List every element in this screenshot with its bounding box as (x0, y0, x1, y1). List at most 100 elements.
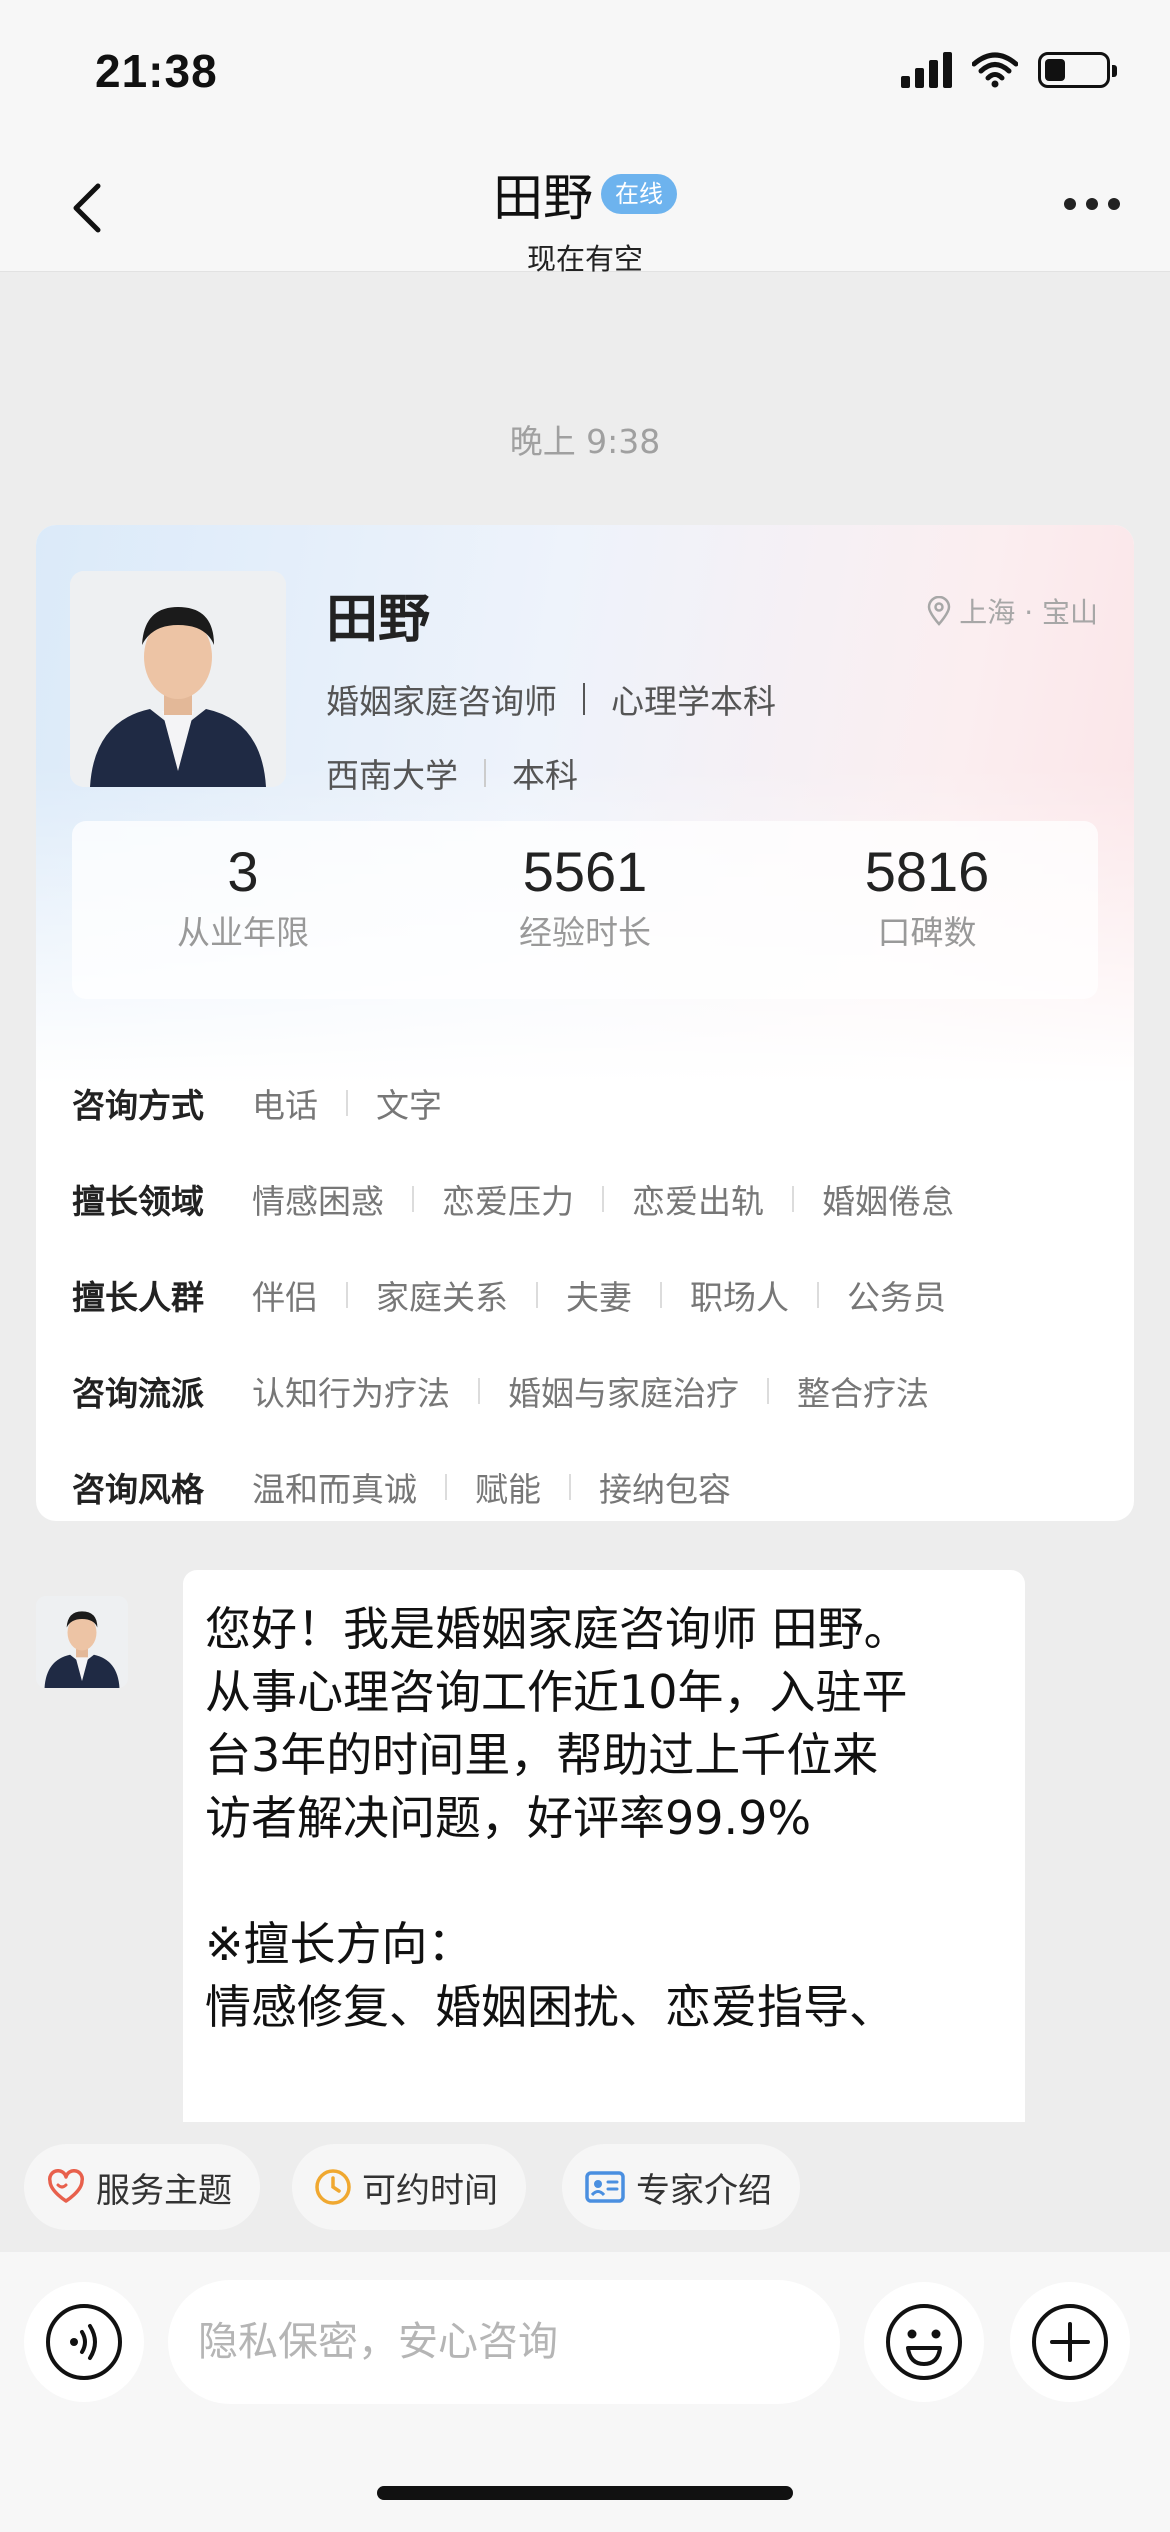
counselor-profile-card[interactable]: 田野 上海 · 宝山 婚姻家庭咨询师 心理学本科 西南大学 本科 3 从业年限 … (36, 525, 1134, 1521)
message-line: 台3年的时间里，帮助过上千位来 (205, 1728, 879, 1782)
job-title: 婚姻家庭咨询师 (326, 682, 557, 721)
divider (484, 759, 486, 787)
info-values: 伴侣 家庭关系 夫妻 职场人 公务员 (252, 1271, 946, 1319)
info-tag: 赋能 (475, 1470, 541, 1509)
info-label: 咨询方式 (72, 1086, 204, 1125)
divider (536, 1282, 538, 1308)
voice-button[interactable] (24, 2282, 144, 2402)
info-tag: 情感困惑 (252, 1182, 384, 1221)
chip-expert-intro[interactable]: 专家介绍 (562, 2144, 800, 2230)
counselor-photo (70, 571, 286, 787)
divider (569, 1474, 571, 1500)
info-values: 电话 文字 (252, 1079, 442, 1127)
info-tag: 婚姻倦怠 (822, 1182, 954, 1221)
chip-available-times[interactable]: 可约时间 (292, 2144, 526, 2230)
more-actions-button[interactable] (1010, 2282, 1130, 2402)
divider (767, 1378, 769, 1404)
message-line: ※擅长方向： (205, 1917, 474, 1971)
info-label: 擅长人群 (72, 1278, 204, 1317)
divider (583, 683, 585, 715)
message-text: 您好！我是婚姻家庭咨询师 田野。 从事心理咨询工作近10年，入驻平 台3年的时间里，… (205, 1598, 1003, 2039)
info-values: 情感困惑 恋爱压力 恋爱出轨 婚姻倦怠 (252, 1175, 954, 1223)
voice-icon (46, 2304, 122, 2380)
message-line: 从事心理咨询工作近10年，入驻平 (205, 1665, 908, 1719)
stat-experience-hours: 5561 经验时长 (414, 821, 756, 999)
info-row: 咨询流派 认知行为疗法 婚姻与家庭治疗 整合疗法 (72, 1343, 1102, 1439)
degree: 本科 (512, 756, 578, 795)
info-values: 温和而真诚 赋能 接纳包容 (252, 1463, 731, 1511)
info-tag: 公务员 (847, 1278, 946, 1317)
message-line: 访者解决问题，好评率99.9% (205, 1791, 812, 1845)
message-timestamp: 晚上 9:38 (509, 422, 661, 461)
stat-reviews: 5816 口碑数 (756, 821, 1098, 999)
id-card-icon (585, 2171, 625, 2203)
info-tag: 家庭关系 (376, 1278, 508, 1317)
sender-avatar[interactable] (36, 1596, 128, 1688)
info-row: 擅长领域 情感困惑 恋爱压力 恋爱出轨 婚姻倦怠 (72, 1151, 1102, 1247)
quick-actions-bar: 服务主题 可约时间 专家介绍 (0, 2122, 1170, 2252)
page-title: 田野 (493, 169, 593, 227)
online-badge: 在线 (601, 174, 677, 214)
message-line (205, 1850, 1003, 1913)
stat-value: 5816 (864, 840, 990, 903)
stat-label: 口碑数 (877, 913, 977, 952)
divider (346, 1090, 348, 1116)
chip-label: 专家介绍 (636, 2170, 772, 2211)
battery-icon (1038, 52, 1117, 88)
availability-status: 现在有空 (526, 242, 643, 276)
divider (817, 1282, 819, 1308)
divider (792, 1186, 794, 1212)
chip-label: 可约时间 (362, 2170, 498, 2211)
message-input[interactable] (168, 2280, 840, 2404)
info-tag: 文字 (376, 1086, 442, 1125)
info-tag: 职场人 (690, 1278, 789, 1317)
message-line: 情感修复、婚姻困扰、恋爱指导、 (205, 1980, 895, 2034)
emoji-button[interactable] (864, 2282, 984, 2402)
stat-value: 3 (227, 840, 259, 903)
info-label: 咨询风格 (72, 1470, 204, 1509)
nav-title-block: 田野 在线 现在有空 (0, 158, 1170, 278)
wifi-icon (972, 52, 1018, 88)
stat-years: 3 从业年限 (72, 821, 414, 999)
divider (602, 1186, 604, 1212)
message-bubble[interactable]: 您好！我是婚姻家庭咨询师 田野。 从事心理咨询工作近10年，入驻平 台3年的时间里，… (183, 1570, 1025, 2122)
emoji-icon (886, 2304, 962, 2380)
chip-service-topics[interactable]: 服务主题 (24, 2144, 260, 2230)
info-label: 咨询流派 (72, 1374, 204, 1413)
message-line: 您好！我是婚姻家庭咨询师 田野。 (205, 1602, 910, 1656)
degree-major: 心理学本科 (611, 682, 776, 721)
info-tag: 认知行为疗法 (252, 1374, 450, 1413)
info-rows: 咨询方式 电话 文字 擅长领域 情感困惑 恋爱压力 恋爱出轨 婚姻倦怠 擅长人群 伴侣 家庭关系 夫妻… (72, 1055, 1102, 1521)
divider (478, 1378, 480, 1404)
info-tag: 恋爱压力 (442, 1182, 574, 1221)
heart-icon (48, 2169, 84, 2203)
info-tag: 温和而真诚 (252, 1470, 417, 1509)
divider (660, 1282, 662, 1308)
location: 上海 · 宝山 (927, 591, 1098, 631)
stat-label: 从业年限 (177, 913, 309, 952)
info-row: 咨询风格 温和而真诚 赋能 接纳包容 (72, 1439, 1102, 1521)
info-row: 擅长人群 伴侣 家庭关系 夫妻 职场人 公务员 (72, 1247, 1102, 1343)
info-tag: 接纳包容 (599, 1470, 731, 1509)
counselor-name: 田野 (326, 590, 431, 650)
info-values: 认知行为疗法 婚姻与家庭治疗 整合疗法 (252, 1367, 929, 1415)
home-indicator (377, 2486, 793, 2500)
info-tag: 婚姻与家庭治疗 (508, 1374, 739, 1413)
battery-fill (1045, 59, 1066, 81)
info-row: 咨询方式 电话 文字 (72, 1055, 1102, 1151)
location-text: 上海 · 宝山 (959, 596, 1098, 629)
stat-value: 5561 (522, 840, 648, 903)
plus-icon (1032, 2304, 1108, 2380)
info-tag: 夫妻 (566, 1278, 632, 1317)
status-bar: 21:38 (0, 0, 1170, 140)
divider (445, 1474, 447, 1500)
info-tag: 电话 (252, 1086, 318, 1125)
divider (412, 1186, 414, 1212)
stat-label: 经验时长 (519, 913, 651, 952)
education-line: 西南大学 本科 (326, 749, 578, 797)
credentials-line: 婚姻家庭咨询师 心理学本科 (326, 675, 776, 723)
more-options-icon[interactable] (1064, 198, 1120, 210)
info-tag: 整合疗法 (797, 1374, 929, 1413)
clock-icon (315, 2169, 351, 2205)
signal-icon (901, 52, 952, 88)
